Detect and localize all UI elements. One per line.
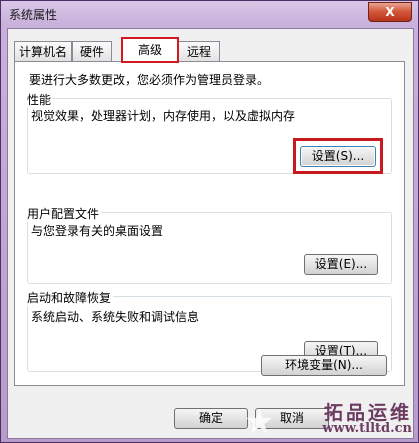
tab-hardware[interactable]: 硬件 (72, 41, 112, 61)
star-icon: ★ (244, 402, 275, 442)
window-title: 系统属性 (9, 8, 58, 22)
performance-group: 性能 视觉效果，处理器计划，内存使用，以及虚拟内存 设置(S)... (27, 91, 392, 174)
performance-description: 视觉效果，处理器计划，内存使用，以及虚拟内存 (31, 109, 296, 123)
watermark-url: www.tlltd.cn (322, 421, 412, 436)
tab-remote[interactable]: 远程 (178, 41, 220, 61)
admin-notice: 要进行大多数更改，您必须作为管理员登录。 (29, 73, 270, 87)
close-button[interactable]: X (368, 2, 412, 22)
ok-button[interactable]: 确定 (174, 408, 248, 429)
user-profiles-settings-button[interactable]: 设置(E)... (304, 254, 378, 275)
environment-variables-button[interactable]: 环境变量(N)... (261, 355, 387, 376)
dialog-client-area: 计算机名 硬件 高级 远程 要进行大多数更改，您必须作为管理员登录。 性能 视觉… (7, 28, 414, 439)
title-bar[interactable]: 系统属性 X (1, 1, 418, 27)
highlight-box (293, 138, 383, 174)
user-profiles-group: 用户配置文件 与您登录有关的桌面设置 设置(E)... (27, 205, 392, 284)
tab-computer-name[interactable]: 计算机名 (14, 41, 72, 61)
system-properties-window: 系统属性 X 计算机名 硬件 高级 远程 要进行大多数更改，您必须作为管理员登录… (0, 0, 419, 443)
watermark: ★ 拓品运维 www.tlltd.cn (244, 400, 414, 442)
performance-title: 性能 (27, 91, 54, 108)
startup-recovery-description: 系统启动、系统失败和调试信息 (31, 310, 200, 324)
tab-strip: 计算机名 硬件 高级 远程 (14, 37, 404, 63)
user-profiles-description: 与您登录有关的桌面设置 (31, 224, 164, 238)
user-profiles-title: 用户配置文件 (27, 205, 102, 222)
tab-advanced[interactable]: 高级 (121, 37, 179, 63)
startup-recovery-title: 启动和故障恢复 (27, 289, 114, 306)
advanced-tab-panel: 要进行大多数更改，您必须作为管理员登录。 性能 视觉效果，处理器计划，内存使用，… (14, 61, 405, 386)
